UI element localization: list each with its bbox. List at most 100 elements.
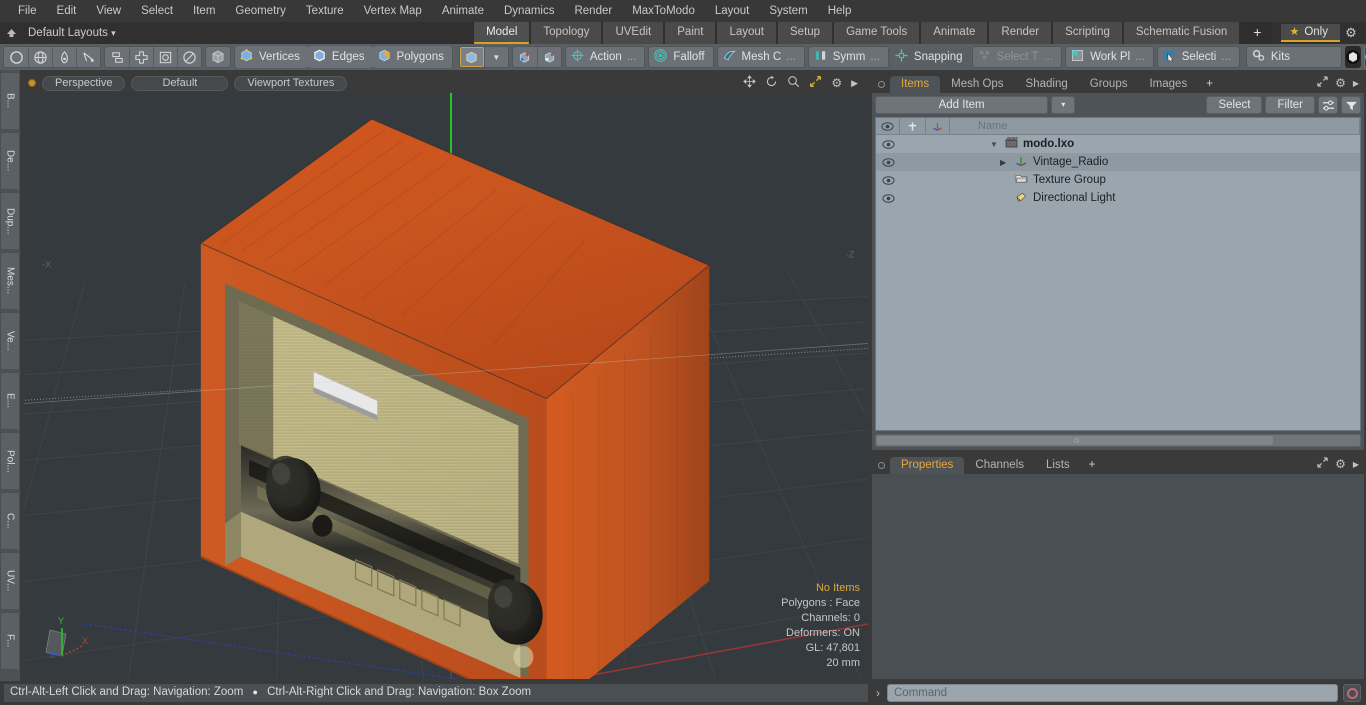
menu-item-dynamics[interactable]: Dynamics — [494, 0, 564, 22]
mesh-constraint-button[interactable]: Mesh C ... — [716, 46, 805, 68]
expand-icon[interactable] — [1317, 457, 1328, 471]
chevron-right-icon[interactable]: ▶ — [1353, 79, 1359, 88]
menu-item-view[interactable]: View — [86, 0, 131, 22]
menu-item-render[interactable]: Render — [564, 0, 622, 22]
row-name-cell[interactable]: ▶ Vintage_Radio — [950, 153, 1360, 171]
items-add-tab-button[interactable]: + — [1198, 76, 1221, 93]
tab-items[interactable]: Items — [890, 76, 941, 93]
expand-icon[interactable] — [1317, 76, 1328, 90]
action-center-button[interactable]: Action ... — [564, 46, 646, 68]
fit-icon[interactable] — [809, 75, 822, 91]
properties-add-tab-button[interactable]: + — [1081, 457, 1104, 474]
view-indicator-dot[interactable] — [28, 79, 36, 87]
curve-icon[interactable] — [76, 47, 100, 67]
cube-icon[interactable] — [206, 47, 230, 67]
tab-shading[interactable]: Shading — [1015, 76, 1079, 93]
vtab-fusion[interactable]: F... — [0, 612, 20, 670]
row-visibility-toggle[interactable] — [876, 153, 900, 171]
tab-animate[interactable]: Animate — [921, 22, 988, 44]
tab-schematic-fusion[interactable]: Schematic Fusion — [1123, 22, 1240, 44]
vtab-basic[interactable]: B... — [0, 72, 20, 130]
chevron-right-icon[interactable]: ▶ — [851, 78, 858, 89]
row-visibility-toggle[interactable] — [876, 171, 900, 189]
vtab-vertex[interactable]: Ve... — [0, 312, 20, 370]
zoom-icon[interactable] — [787, 75, 800, 91]
menu-item-geometry[interactable]: Geometry — [225, 0, 296, 22]
pen-icon[interactable] — [52, 47, 76, 67]
record-icon[interactable] — [1343, 684, 1361, 702]
tab-setup[interactable]: Setup — [778, 22, 833, 44]
list-options-icon[interactable] — [1318, 96, 1338, 114]
select-button[interactable]: Select — [1206, 96, 1263, 114]
tab-topology[interactable]: Topology — [531, 22, 602, 44]
vtab-curve[interactable]: C... — [0, 492, 20, 550]
row-name-cell[interactable]: Directional Light — [950, 189, 1360, 207]
viewport-projection-button[interactable]: Perspective — [42, 75, 126, 91]
menu-item-layout[interactable]: Layout — [705, 0, 760, 22]
gear-icon[interactable]: ⚙ — [1335, 76, 1346, 90]
pivot-a-icon[interactable] — [513, 47, 537, 67]
row-visibility-toggle[interactable] — [876, 189, 900, 207]
table-row[interactable]: Directional Light — [876, 189, 1360, 207]
tree-expander-icon[interactable]: ▶ — [1000, 158, 1010, 167]
item-cube-icon[interactable] — [459, 47, 484, 67]
tab-scripting[interactable]: Scripting — [1053, 22, 1122, 44]
tab-model[interactable]: Model — [474, 22, 530, 44]
center-icon[interactable] — [129, 47, 153, 67]
mirror-icon[interactable] — [105, 47, 129, 67]
panel-menu-dot[interactable] — [878, 81, 885, 88]
tree-expander-icon[interactable]: ▼ — [990, 140, 1000, 149]
home-up-icon[interactable] — [0, 22, 22, 44]
radial-icon[interactable] — [177, 47, 201, 67]
work-plane-button[interactable]: Work Pl ... — [1065, 46, 1154, 68]
vtab-uv[interactable]: UV... — [0, 552, 20, 610]
viewport-style-button[interactable]: Default — [131, 75, 229, 91]
circle-icon[interactable] — [4, 47, 28, 67]
tab-mesh-ops[interactable]: Mesh Ops — [940, 76, 1014, 93]
tab-channels[interactable]: Channels — [964, 457, 1035, 474]
funnel-icon[interactable] — [1341, 96, 1361, 114]
add-tab-button[interactable]: + — [1241, 22, 1274, 44]
table-row[interactable]: ▶ Vintage_Radio — [876, 153, 1360, 171]
row-name-cell[interactable]: ▼ modo.lxo — [950, 135, 1360, 153]
menu-item-system[interactable]: System — [759, 0, 817, 22]
menu-item-help[interactable]: Help — [818, 0, 862, 22]
command-input[interactable] — [888, 685, 1337, 701]
tab-properties[interactable]: Properties — [890, 457, 965, 474]
modo-ball-icon[interactable] — [1344, 46, 1361, 68]
gear-icon[interactable]: ⚙ — [1335, 457, 1346, 471]
vtab-mesh-edit[interactable]: Mes... — [0, 252, 20, 310]
menu-item-edit[interactable]: Edit — [47, 0, 87, 22]
menu-item-file[interactable]: File — [8, 0, 47, 22]
selection-set-button[interactable]: Selecti ... — [1156, 46, 1240, 68]
vtab-edge[interactable]: E... — [0, 372, 20, 430]
bounds-icon[interactable] — [153, 47, 177, 67]
add-item-dropdown[interactable]: ▾ — [1051, 96, 1076, 114]
menu-item-texture[interactable]: Texture — [296, 0, 354, 22]
tab-game-tools[interactable]: Game Tools — [834, 22, 920, 44]
command-input-wrapper[interactable] — [887, 684, 1338, 702]
menu-item-item[interactable]: Item — [183, 0, 225, 22]
viewport-3d[interactable]: -X -Z Y X Z No Items Polygons: Face Cha… — [24, 93, 868, 679]
selection-mode-polygons[interactable]: Polygons — [372, 46, 452, 68]
tab-lists[interactable]: Lists — [1035, 457, 1081, 474]
scrollbar-center-handle[interactable] — [1074, 438, 1079, 443]
select-through-button[interactable]: Select T ... — [971, 46, 1063, 68]
selection-mode-vertices[interactable]: Vertices — [235, 46, 308, 68]
filter-button[interactable]: Filter — [1265, 96, 1315, 114]
default-layouts-menu[interactable]: Default Layouts ▾ — [22, 22, 126, 44]
falloff-button[interactable]: Falloff — [648, 46, 714, 68]
snapping-button[interactable]: Snapping — [892, 46, 969, 68]
vtab-polygon[interactable]: Pol... — [0, 432, 20, 490]
pan-icon[interactable] — [743, 75, 757, 91]
items-horizontal-scrollbar[interactable] — [875, 434, 1361, 447]
panel-menu-dot[interactable] — [878, 462, 885, 469]
tab-uvedit[interactable]: UVEdit — [603, 22, 664, 44]
add-item-button[interactable]: Add Item — [875, 96, 1049, 114]
row-name-cell[interactable]: Texture Group — [950, 171, 1360, 189]
gear-icon[interactable]: ⚙ — [1340, 22, 1362, 44]
vtab-deform[interactable]: De... — [0, 132, 20, 190]
rotate-icon[interactable] — [765, 75, 778, 91]
only-toggle-button[interactable]: ★ Only — [1281, 24, 1340, 42]
vtab-duplicate[interactable]: Dup... — [0, 192, 20, 250]
